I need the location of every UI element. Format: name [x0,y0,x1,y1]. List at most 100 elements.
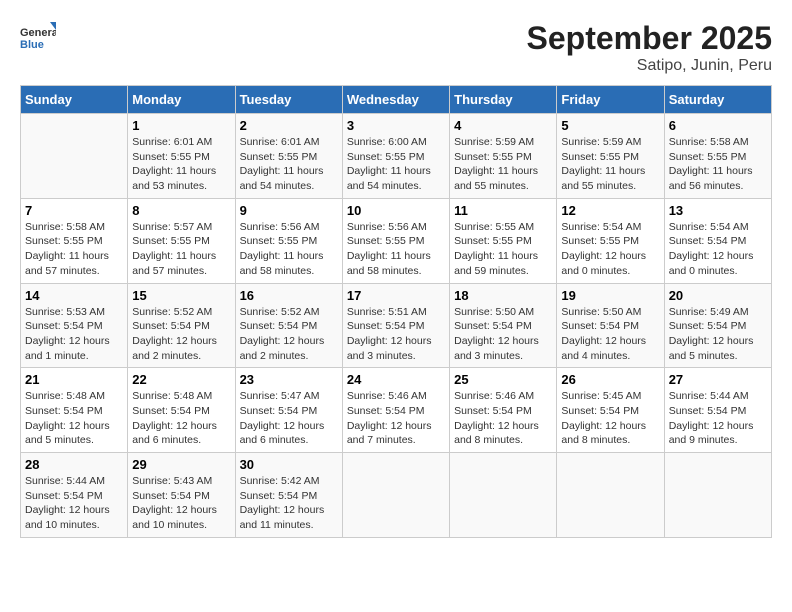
day-number: 25 [454,372,552,387]
calendar-cell: 13 Sunrise: 5:54 AMSunset: 5:54 PMDayligh… [664,198,771,283]
day-info: Sunrise: 5:56 AMSunset: 5:55 PMDaylight:… [347,220,445,279]
day-info: Sunrise: 5:48 AMSunset: 5:54 PMDaylight:… [25,389,123,448]
day-number: 1 [132,118,230,133]
day-number: 21 [25,372,123,387]
calendar-cell: 18Sunrise: 5:50 AMSunset: 5:54 PMDayligh… [450,283,557,368]
day-number: 16 [240,288,338,303]
day-number: 23 [240,372,338,387]
calendar-cell: 24 Sunrise: 5:46 AMSunset: 5:54 PMDayligh… [342,368,449,453]
calendar-cell: 19 Sunrise: 5:50 AMSunset: 5:54 PMDayligh… [557,283,664,368]
calendar-cell: 14 Sunrise: 5:53 AMSunset: 5:54 PMDayligh… [21,283,128,368]
logo-bird-icon: General Blue [20,20,56,56]
day-number: 22 [132,372,230,387]
day-number: 13 [669,203,767,218]
day-info: Sunrise: 5:55 AMSunset: 5:55 PMDaylight:… [454,220,552,279]
days-of-week-row: SundayMondayTuesdayWednesdayThursdayFrid… [21,86,772,114]
svg-text:General: General [20,27,56,39]
day-number: 26 [561,372,659,387]
day-info: Sunrise: 5:51 AMSunset: 5:54 PMDaylight:… [347,305,445,364]
calendar-week-3: 14 Sunrise: 5:53 AMSunset: 5:54 PMDayligh… [21,283,772,368]
day-number: 24 [347,372,445,387]
calendar-cell: 23 Sunrise: 5:47 AMSunset: 5:54 PMDayligh… [235,368,342,453]
calendar-cell: 6 Sunrise: 5:58 AMSunset: 5:55 PMDaylight… [664,114,771,199]
day-number: 4 [454,118,552,133]
day-number: 17 [347,288,445,303]
calendar-cell: 5 Sunrise: 5:59 AMSunset: 5:55 PMDaylight… [557,114,664,199]
day-info: Sunrise: 5:46 AMSunset: 5:54 PMDaylight:… [454,389,552,448]
calendar-cell: 17 Sunrise: 5:51 AMSunset: 5:54 PMDayligh… [342,283,449,368]
dow-header-tuesday: Tuesday [235,86,342,114]
page-header: General Blue September 2025 Satipo, Juni… [20,20,772,75]
calendar-cell: 25 Sunrise: 5:46 AMSunset: 5:54 PMDayligh… [450,368,557,453]
day-info: Sunrise: 5:47 AMSunset: 5:54 PMDaylight:… [240,389,338,448]
day-info: Sunrise: 5:59 AMSunset: 5:55 PMDaylight:… [561,135,659,194]
day-info: Sunrise: 5:45 AMSunset: 5:54 PMDaylight:… [561,389,659,448]
calendar-cell [342,453,449,538]
day-info: Sunrise: 5:54 AMSunset: 5:54 PMDaylight:… [669,220,767,279]
day-number: 6 [669,118,767,133]
dow-header-sunday: Sunday [21,86,128,114]
day-info: Sunrise: 5:57 AMSunset: 5:55 PMDaylight:… [132,220,230,279]
calendar-cell: 8 Sunrise: 5:57 AMSunset: 5:55 PMDaylight… [128,198,235,283]
day-info: Sunrise: 5:44 AMSunset: 5:54 PMDaylight:… [669,389,767,448]
dow-header-wednesday: Wednesday [342,86,449,114]
day-number: 12 [561,203,659,218]
day-number: 11 [454,203,552,218]
day-number: 10 [347,203,445,218]
calendar-week-5: 28 Sunrise: 5:44 AMSunset: 5:54 PMDayligh… [21,453,772,538]
day-info: Sunrise: 5:49 AMSunset: 5:54 PMDaylight:… [669,305,767,364]
calendar-cell: 11 Sunrise: 5:55 AMSunset: 5:55 PMDayligh… [450,198,557,283]
day-info: Sunrise: 5:52 AMSunset: 5:54 PMDaylight:… [240,305,338,364]
calendar-cell: 1Sunrise: 6:01 AMSunset: 5:55 PMDaylight… [128,114,235,199]
day-info: Sunrise: 5:58 AMSunset: 5:55 PMDaylight:… [25,220,123,279]
day-number: 7 [25,203,123,218]
calendar-cell [664,453,771,538]
calendar-week-1: 1 Sunrise: 6:01 AMSunset: 5:55 PMDaylight… [21,114,772,199]
day-number: 15 [132,288,230,303]
day-number: 14 [25,288,123,303]
day-info: Sunrise: 5:50 AMSunset: 5:54 PMDaylight:… [561,305,659,364]
calendar-cell: 15 Sunrise: 5:52 AMSunset: 5:54 PMDayligh… [128,283,235,368]
day-info: Sunrise: 5:53 AMSunset: 5:54 PMDaylight:… [25,305,123,364]
day-number: 2 [240,118,338,133]
calendar-cell: 21 Sunrise: 5:48 AMSunset: 5:54 PMDayligh… [21,368,128,453]
day-number: 3 [347,118,445,133]
day-info: Sunrise: 5:52 AMSunset: 5:54 PMDaylight:… [132,305,230,364]
day-info: Sunrise: 5:46 AMSunset: 5:54 PMDaylight:… [347,389,445,448]
page-title: September 2025 [527,20,772,57]
calendar-cell [450,453,557,538]
day-info: Sunrise: 6:01 AMSunset: 5:55 PMDaylight:… [240,135,338,194]
logo: General Blue [20,20,56,56]
calendar-cell: 2 Sunrise: 6:01 AMSunset: 5:55 PMDaylight… [235,114,342,199]
calendar-cell: 12 Sunrise: 5:54 AMSunset: 5:55 PMDayligh… [557,198,664,283]
day-number: 28 [25,457,123,472]
day-info: Sunrise: 5:42 AMSunset: 5:54 PMDaylight:… [240,474,338,533]
day-info: Sunrise: 5:59 AMSunset: 5:55 PMDaylight:… [454,135,552,194]
dow-header-friday: Friday [557,86,664,114]
calendar-cell: 30Sunrise: 5:42 AMSunset: 5:54 PMDayligh… [235,453,342,538]
day-info: Sunrise: 5:48 AMSunset: 5:54 PMDaylight:… [132,389,230,448]
dow-header-saturday: Saturday [664,86,771,114]
day-info: Sunrise: 5:56 AMSunset: 5:55 PMDaylight:… [240,220,338,279]
dow-header-monday: Monday [128,86,235,114]
day-info: Sunrise: 5:44 AMSunset: 5:54 PMDaylight:… [25,474,123,533]
calendar-cell: 26 Sunrise: 5:45 AMSunset: 5:54 PMDayligh… [557,368,664,453]
day-number: 8 [132,203,230,218]
svg-text:Blue: Blue [20,39,44,51]
day-info: Sunrise: 5:43 AMSunset: 5:54 PMDaylight:… [132,474,230,533]
calendar-cell: 16 Sunrise: 5:52 AMSunset: 5:54 PMDayligh… [235,283,342,368]
day-info: Sunrise: 6:00 AMSunset: 5:55 PMDaylight:… [347,135,445,194]
calendar-cell: 27Sunrise: 5:44 AMSunset: 5:54 PMDayligh… [664,368,771,453]
day-number: 18 [454,288,552,303]
calendar-cell: 4 Sunrise: 5:59 AMSunset: 5:55 PMDaylight… [450,114,557,199]
day-number: 5 [561,118,659,133]
day-info: Sunrise: 5:58 AMSunset: 5:55 PMDaylight:… [669,135,767,194]
page-subtitle: Satipo, Junin, Peru [527,57,772,75]
calendar-cell: 10 Sunrise: 5:56 AMSunset: 5:55 PMDayligh… [342,198,449,283]
day-number: 20 [669,288,767,303]
calendar-week-4: 21 Sunrise: 5:48 AMSunset: 5:54 PMDayligh… [21,368,772,453]
calendar-cell [557,453,664,538]
day-info: Sunrise: 5:54 AMSunset: 5:55 PMDaylight:… [561,220,659,279]
calendar-table: SundayMondayTuesdayWednesdayThursdayFrid… [20,85,772,538]
day-number: 19 [561,288,659,303]
